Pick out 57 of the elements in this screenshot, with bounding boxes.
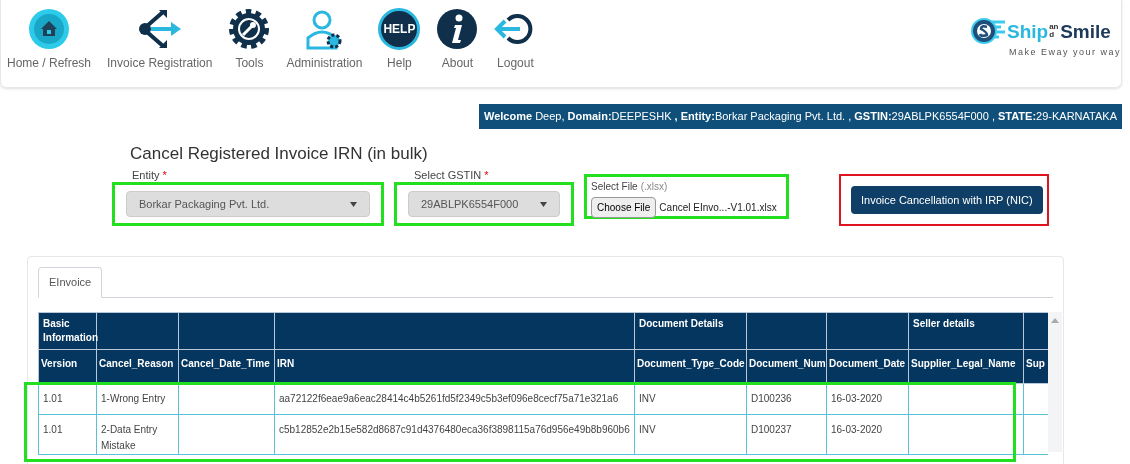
column-header: Document_Num xyxy=(746,349,827,383)
table-cell: D100236 xyxy=(746,383,827,414)
dropdown[interactable]: Borkar Packaging Pvt. Ltd. xyxy=(126,191,370,217)
choose-file-button[interactable]: Choose File xyxy=(591,197,657,218)
table-cell: 2-Data Entry Mistake xyxy=(96,414,179,454)
field-label: Entity xyxy=(132,169,160,181)
page-title: Cancel Registered Invoice IRN (in bulk) xyxy=(130,142,429,165)
tab[interactable]: EInvoice xyxy=(38,267,103,298)
table-cell: c5b12852e2b15e582d8687c91d4376480eca36f3898115a76d956e49b8b960b6 xyxy=(274,414,635,454)
logo-text: Smile xyxy=(1060,21,1111,41)
table-cell: aa72122f6eae9a6eac28414c4b5261fd5f2349c5b3ef096e8cecf75a71e321a6 xyxy=(274,383,635,414)
scroll-up-icon[interactable] xyxy=(1051,316,1059,323)
toolbar-button[interactable]: Tools xyxy=(228,8,271,72)
column-header: Cancel_Reason xyxy=(96,349,179,383)
toolbar-button[interactable]: Administration xyxy=(286,8,363,72)
header-group-cell: Document Details xyxy=(634,312,747,349)
column-header: Document_Type_Code xyxy=(634,349,747,383)
dropdown[interactable]: 29ABLPK6554F000 xyxy=(408,191,560,217)
toolbar-button[interactable]: About xyxy=(436,8,479,72)
table-cell: INV xyxy=(634,414,747,454)
caret-icon xyxy=(540,201,547,207)
table-cell: 1.01 xyxy=(38,383,97,414)
table-cell: 1-Wrong Entry xyxy=(96,383,179,414)
file-name: Cancel EInvo...-V1.01.xlsx xyxy=(659,201,777,215)
toolbar-button[interactable]: Invoice Registration xyxy=(107,8,213,72)
gear-wrench-icon xyxy=(228,8,271,50)
header-group-cell: Seller details xyxy=(908,312,1024,349)
required-mark: * xyxy=(484,169,489,181)
field-hint: (.xlsx) xyxy=(640,181,668,192)
field-label: Select File xyxy=(591,181,638,192)
table-cell: 16-03-2020 xyxy=(826,414,909,454)
field-label: Select GSTIN xyxy=(414,169,482,181)
required-mark: * xyxy=(162,169,167,181)
column-header: Cancel_Date_Time xyxy=(178,349,275,383)
table-cell: 1.01 xyxy=(38,414,97,454)
column-header: IRN xyxy=(274,349,635,383)
welcome-banner: Welcome Deep, Domain:DEEPESHK , Entity:Borkar Packaging Pvt. Ltd. , GSTIN:29ABLPK6554F000 , STATE:29-KARNATAKA xyxy=(479,104,1122,129)
column-header: Document_Date xyxy=(826,349,909,383)
column-header: Supplier_Legal_Name xyxy=(908,349,1024,383)
help-badge: HELP xyxy=(378,8,421,50)
caret-icon xyxy=(350,201,357,207)
info-icon xyxy=(436,8,479,50)
logo-mark-icon xyxy=(970,16,1005,46)
toolbar-button[interactable]: HELP Help xyxy=(378,8,421,72)
house-icon xyxy=(28,8,70,50)
logo-text: and xyxy=(1049,23,1060,39)
logo-text: Ship xyxy=(1006,21,1049,41)
cancellation-button[interactable]: Invoice Cancellation with IRP (NIC) xyxy=(851,186,1043,214)
toolbar-button[interactable]: Logout xyxy=(494,8,537,72)
share-arrows-icon xyxy=(136,8,183,50)
logo-tagline: Make Eway your way xyxy=(1008,46,1121,59)
table-cell: INV xyxy=(634,383,747,414)
column-header: Version xyxy=(38,349,97,383)
toolbar-button[interactable]: Home / Refresh xyxy=(7,8,92,72)
scrollbar[interactable] xyxy=(1048,311,1062,452)
table-cell: 16-03-2020 xyxy=(826,383,909,414)
table-cell: D100237 xyxy=(746,414,827,454)
